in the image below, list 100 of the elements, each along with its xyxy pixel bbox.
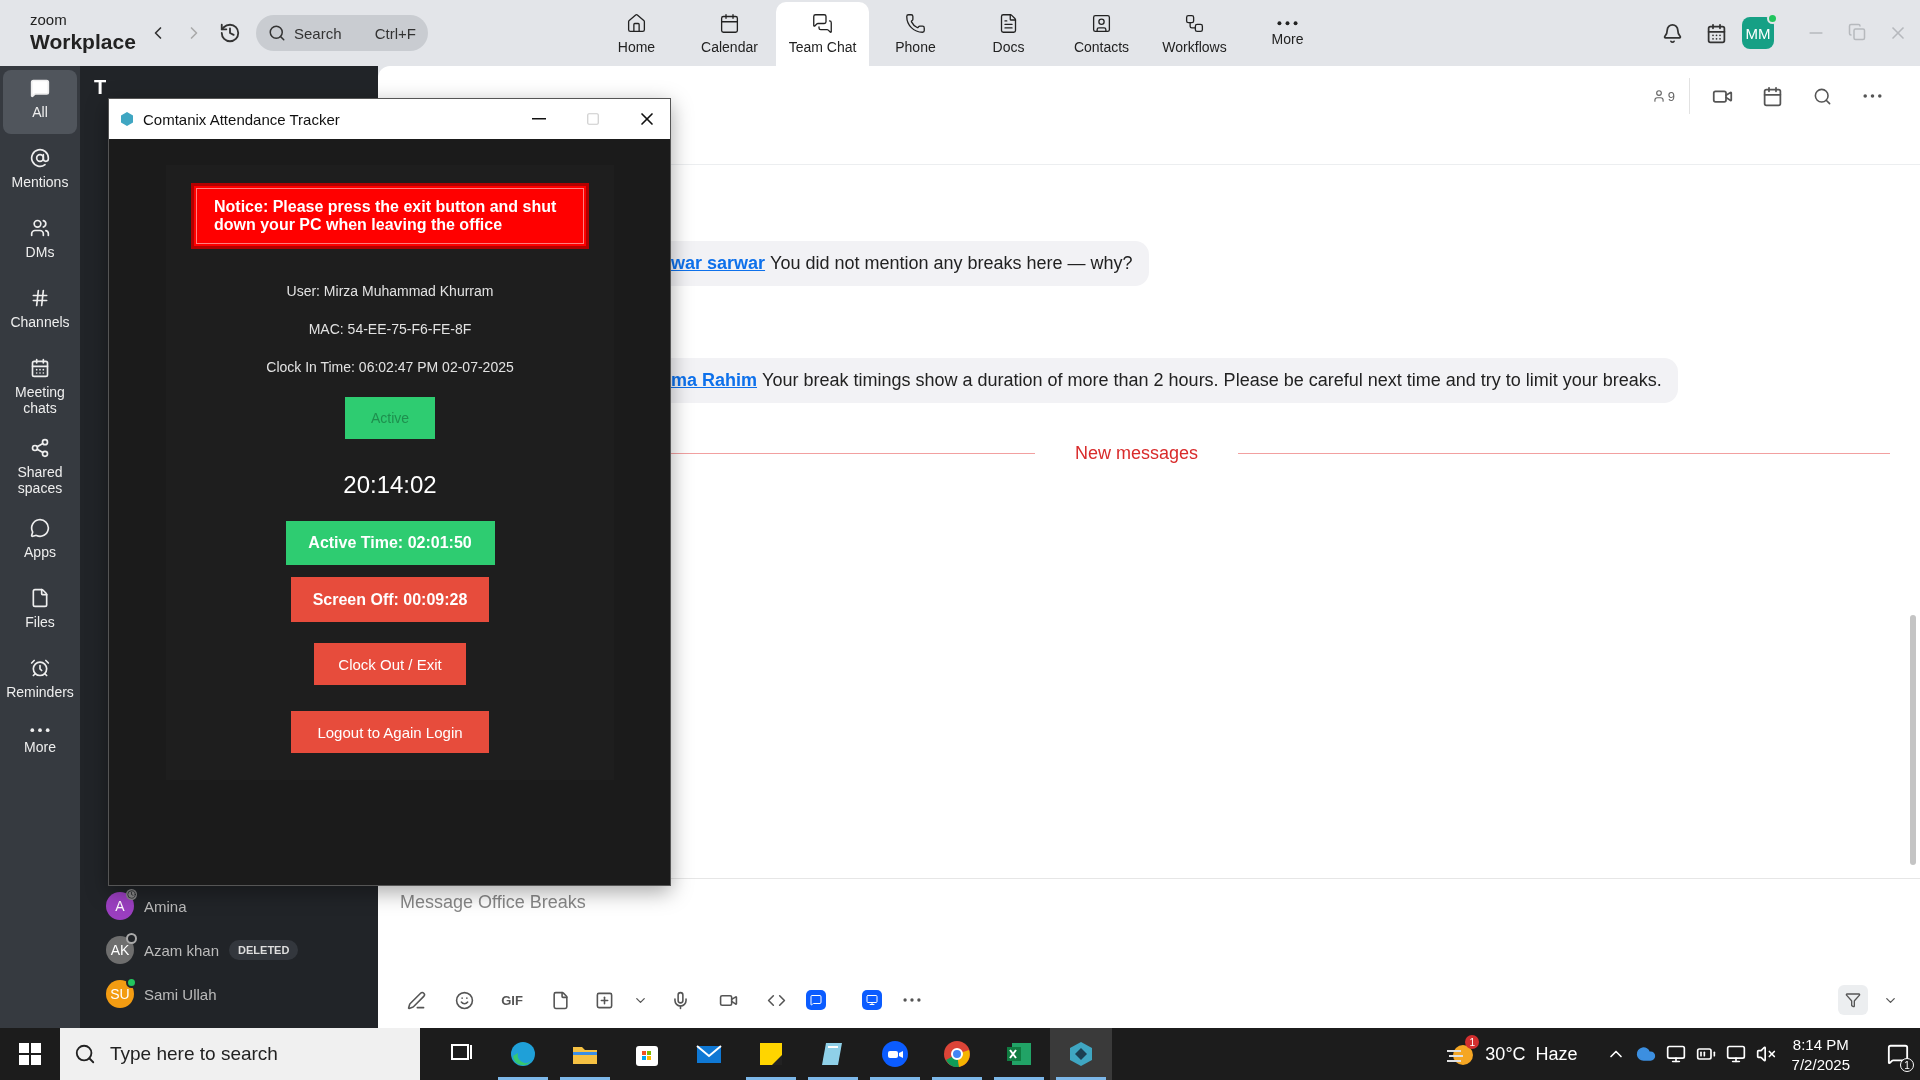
contact-name[interactable]: Sami Ullah <box>144 985 217 1003</box>
nav-tab[interactable]: Contacts <box>1055 2 1148 66</box>
notifications-button[interactable]: 1 <box>1876 1028 1920 1080</box>
nav-tab[interactable]: Phone <box>869 2 962 66</box>
share-icon <box>30 438 50 459</box>
more-icon <box>903 998 921 1002</box>
new-messages-divider: New messages <box>1075 443 1199 464</box>
muted-speaker-icon[interactable] <box>1755 1044 1776 1064</box>
info-text: MAC: 54-EE-75-F6-FE-8F <box>308 321 472 337</box>
rail-item[interactable]: All <box>3 70 77 134</box>
network-icon[interactable] <box>1725 1044 1746 1064</box>
members-button[interactable]: 9 <box>1651 78 1690 114</box>
alarm-clock-icon <box>30 658 50 679</box>
chat-icon <box>30 518 50 539</box>
active-time-label: Active Time: 02:01:50 <box>285 521 495 565</box>
taskbar-clock[interactable]: 8:14 PM 7/2/2025 <box>1791 1035 1850 1073</box>
temperature-text: 30°C <box>1485 1043 1526 1065</box>
nav-tab[interactable]: More <box>1241 2 1334 66</box>
smiley-icon <box>454 990 474 1010</box>
history-icon <box>219 22 241 44</box>
monitor-icon <box>866 994 878 1006</box>
search-field[interactable]: Search Ctrl+F <box>256 15 428 51</box>
nav-tab[interactable]: Docs <box>962 2 1055 66</box>
at-sign-icon <box>30 148 50 168</box>
chrome-icon <box>942 1039 972 1069</box>
action-button[interactable]: Clock Out / Exit <box>314 643 466 685</box>
weather-condition: Haze <box>1535 1043 1578 1065</box>
cloud-icon[interactable] <box>1635 1044 1656 1064</box>
contact-name[interactable]: Amina <box>144 897 187 915</box>
rail-item[interactable]: Mentions <box>3 140 77 204</box>
contact-avatar: AK <box>106 936 134 964</box>
rail-item[interactable]: More <box>3 720 77 785</box>
app-logo: zoom Workplace <box>30 11 137 55</box>
taskbar-search-field[interactable]: Type here to search <box>60 1028 420 1080</box>
status-tag: DELETED <box>229 940 299 960</box>
action-button[interactable]: Logout to Again Login <box>291 711 489 753</box>
filter-button[interactable] <box>1838 985 1868 1015</box>
rail-item[interactable]: Meeting chats <box>3 350 77 425</box>
contact-avatar: A <box>106 892 134 920</box>
window-title: Comtanix Attendance Tracker <box>143 110 341 128</box>
rail-item[interactable]: Shared spaces <box>3 430 77 505</box>
phone-icon <box>905 13 926 34</box>
message-text: Your break timings show a duration of more than 2 hours. Please be careful next time and try to limit your breaks. <box>762 370 1662 390</box>
nav-tab[interactable]: Team Chat <box>776 2 869 66</box>
scrollbar[interactable] <box>1910 615 1916 865</box>
gif-button[interactable]: GIF <box>494 982 530 1018</box>
screen-off-label: Screen Off: 00:09:28 <box>290 577 490 622</box>
nav-tab[interactable]: Workflows <box>1148 2 1241 66</box>
search-icon <box>1812 86 1832 106</box>
more-icon <box>1862 93 1882 99</box>
chat-icon <box>810 994 822 1006</box>
chat-icon <box>30 78 50 98</box>
search-icon <box>74 1043 96 1065</box>
weather-badge: 1 <box>1465 1035 1480 1049</box>
document-icon <box>998 13 1019 34</box>
file-icon <box>30 588 50 609</box>
home-icon <box>626 13 647 34</box>
calendar-icon <box>30 358 50 378</box>
more-icon <box>30 728 50 733</box>
rail-item[interactable]: Channels <box>3 280 77 344</box>
search-icon <box>268 24 286 42</box>
app-button[interactable] <box>806 990 826 1010</box>
calendar-icon <box>1761 85 1783 107</box>
nav-tab[interactable]: Home <box>590 2 683 66</box>
notice-banner: Notice: Please press the exit button and shut down your PC when leaving the office <box>191 183 589 249</box>
clock-text: 20:14:02 <box>343 471 437 499</box>
minimize-icon <box>532 118 546 120</box>
notification-count: 1 <box>1900 1058 1914 1072</box>
people-icon <box>30 218 50 238</box>
calendar-icon <box>1705 22 1727 44</box>
calendar-icon <box>719 13 740 34</box>
message-text: You did not mention any breaks here — why? <box>770 253 1133 273</box>
contact-card-icon <box>1091 13 1112 34</box>
browser-icon <box>508 1039 538 1069</box>
more-icon <box>1277 21 1298 26</box>
app-button[interactable] <box>862 990 882 1010</box>
hash-icon <box>30 288 50 308</box>
mention-link[interactable]: ma Rahim <box>671 370 758 390</box>
windows-logo-icon <box>19 1043 41 1065</box>
rail-item[interactable]: Reminders <box>3 650 77 715</box>
info-text: User: Mirza Muhammad Khurram <box>286 283 494 299</box>
info-text: Clock In Time: 06:02:47 PM 02-07-2025 <box>266 359 514 375</box>
video-app-icon <box>880 1039 910 1069</box>
rail-item[interactable]: Files <box>3 580 77 645</box>
bell-icon <box>1661 22 1683 44</box>
square-plus-icon <box>594 990 614 1010</box>
chat-bubbles-icon <box>812 13 833 34</box>
file-icon <box>550 990 570 1010</box>
app-logo-icon <box>119 111 135 127</box>
display-icon[interactable] <box>1665 1044 1686 1064</box>
nav-tab[interactable]: Calendar <box>683 2 776 66</box>
mention-link[interactable]: war sarwar <box>671 253 766 273</box>
contact-name[interactable]: Azam khan <box>144 941 220 959</box>
person-icon <box>1651 89 1666 103</box>
maximize-icon <box>586 112 600 126</box>
pen-icon <box>406 990 426 1010</box>
panel-title: T <box>94 76 108 99</box>
rail-item[interactable]: Apps <box>3 510 77 575</box>
filter-icon <box>1845 992 1861 1008</box>
rail-item[interactable]: DMs <box>3 210 77 274</box>
